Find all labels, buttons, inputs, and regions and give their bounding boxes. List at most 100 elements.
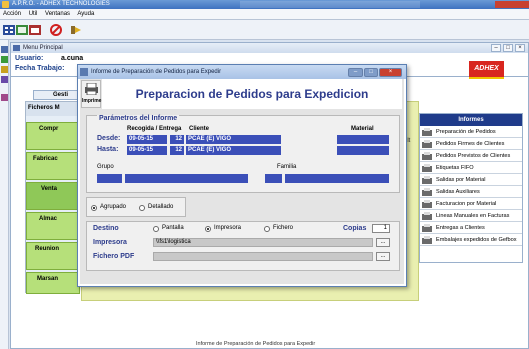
agrupado-radio[interactable] — [91, 205, 97, 211]
desde-cliente-num-field[interactable]: 12 — [170, 135, 184, 144]
informe-item[interactable]: Entregas a Clientes — [420, 222, 522, 234]
almacen-button[interactable]: Almac — [26, 212, 80, 240]
informe-item-label: Salidas por Material — [436, 177, 486, 183]
window-icon[interactable] — [29, 24, 41, 36]
reuniones-button[interactable]: Reunion — [26, 242, 80, 270]
copias-field[interactable]: 1 — [372, 224, 390, 233]
menu-ayuda[interactable]: Ayuda — [77, 11, 94, 17]
grupo-hasta-field[interactable] — [125, 174, 248, 183]
dialog-header: Preparacion de Pedidos para Expedicion — [102, 79, 402, 109]
usuario-value: a.cuna — [61, 55, 84, 62]
minimize-button[interactable]: – — [348, 68, 363, 77]
status-text: Informe de Preparación de Pedidos para E… — [196, 341, 316, 347]
report-icon — [422, 224, 432, 232]
cancel-icon[interactable] — [50, 24, 62, 36]
impresora-browse-button[interactable]: ... — [376, 238, 390, 247]
window-icon — [13, 45, 20, 51]
detallado-radio[interactable] — [139, 205, 145, 211]
report-icon — [422, 176, 432, 184]
table-icon[interactable] — [16, 24, 28, 36]
marsan-button[interactable]: Marsan — [26, 272, 80, 294]
familia-label: Familia — [277, 164, 297, 170]
informe-item-label: Pedidos Firmes de Clientes — [436, 141, 505, 147]
nav-icon-2[interactable] — [1, 56, 8, 63]
close-window-button[interactable] — [495, 1, 529, 8]
informe-item[interactable]: Salidas Auxiliares — [420, 186, 522, 198]
fichero-pdf-browse-button[interactable]: ... — [376, 252, 390, 261]
report-icon — [422, 140, 432, 148]
nav-icon-5[interactable] — [1, 94, 8, 101]
close-button[interactable]: × — [379, 68, 402, 77]
col-cliente-header: Cliente — [189, 126, 210, 132]
print-toolbar: Imprime — [81, 80, 101, 108]
compras-button[interactable]: Compr — [26, 122, 80, 150]
impresora-field[interactable]: \\fs1\logistica — [153, 238, 373, 247]
params-title: Parámetros del Informe — [97, 115, 180, 122]
impresora-label: Impresora — [93, 239, 127, 246]
copias-label: Copias — [343, 225, 367, 232]
ficheros-maestros-button[interactable]: Ficheros M — [26, 102, 80, 116]
fichero-pdf-field[interactable] — [153, 252, 373, 261]
desde-fecha-field[interactable]: 09-05-15 — [127, 135, 167, 144]
maximize-button[interactable]: □ — [503, 44, 513, 52]
impresora-radio[interactable] — [205, 226, 211, 232]
pantalla-radio[interactable] — [153, 226, 159, 232]
informes-header: Informes — [420, 114, 522, 126]
nav-icon-4[interactable] — [1, 76, 8, 83]
close-button[interactable]: × — [515, 44, 525, 52]
familia-hasta-field[interactable] — [285, 174, 389, 183]
report-icon — [422, 236, 432, 244]
informe-item[interactable]: Etiquetas FIFO — [420, 162, 522, 174]
menu-util[interactable]: Util — [29, 11, 38, 17]
fichero-pdf-label: Fichero PDF — [93, 253, 135, 260]
toolbar — [0, 20, 529, 40]
informe-item[interactable]: Salidas por Material — [420, 174, 522, 186]
dialog-title-bar: Informe de Preparación de Pedidos para E… — [78, 65, 406, 79]
fabricacion-button[interactable]: Fabricac — [26, 152, 80, 180]
usuario-label: Usuario: — [15, 55, 44, 62]
report-icon — [422, 212, 432, 220]
maximize-button[interactable]: □ — [364, 68, 378, 77]
informe-item[interactable]: Preparación de Pedidos — [420, 126, 522, 138]
menu-accion[interactable]: Acción — [3, 11, 21, 17]
ventas-button[interactable]: Venta — [26, 182, 80, 210]
left-menu-panel: Ficheros M Compr Fabricac Venta Almac Re… — [25, 101, 80, 294]
informe-item[interactable]: Embalajes expedidos de Gefbox — [420, 234, 522, 246]
hasta-material-field[interactable] — [337, 146, 389, 155]
grupo-desde-field[interactable] — [97, 174, 122, 183]
report-dialog: Informe de Preparación de Pedidos para E… — [77, 64, 407, 287]
exit-icon[interactable] — [70, 24, 82, 36]
fichero-radio[interactable] — [264, 226, 270, 232]
app-title: A.P.R.O. - ADHEX TECHNOLOGIES — [12, 1, 110, 7]
report-icon — [422, 164, 432, 172]
hasta-cliente-nombre-field[interactable]: PCAE (E) VIGO — [186, 146, 281, 155]
menu-bar: Acción Util Ventanas Ayuda — [0, 9, 529, 20]
menu-ventanas[interactable]: Ventanas — [45, 11, 70, 17]
grupo-label: Grupo — [97, 164, 114, 170]
report-icon — [422, 152, 432, 160]
informes-panel: Informes Preparación de Pedidos Pedidos … — [419, 113, 523, 263]
informe-item-label: Facturacion por Material — [436, 201, 497, 207]
report-icon — [422, 128, 432, 136]
informe-item[interactable]: Pedidos Firmes de Clientes — [420, 138, 522, 150]
printer-icon[interactable] — [84, 83, 99, 95]
informe-item[interactable]: Facturacion por Material — [420, 198, 522, 210]
parameters-section: Parámetros del Informe Recogida / Entreg… — [86, 115, 400, 193]
informe-item-label: Embalajes expedidos de Gefbox — [436, 237, 517, 243]
grid-icon[interactable] — [3, 24, 15, 36]
minimize-button[interactable]: – — [491, 44, 501, 52]
detallado-label: Detallado — [148, 204, 174, 210]
hasta-cliente-num-field[interactable]: 12 — [170, 146, 184, 155]
familia-desde-field[interactable] — [265, 174, 282, 183]
hasta-fecha-field[interactable]: 09-05-15 — [127, 146, 167, 155]
desde-material-field[interactable] — [337, 135, 389, 144]
informe-item-label: Entregas a Clientes — [436, 225, 485, 231]
title-bar-blur — [240, 1, 420, 8]
informe-item[interactable]: Pedidos Previstos de Clientes — [420, 150, 522, 162]
informe-item-label: Preparación de Pedidos — [436, 129, 496, 135]
informe-item[interactable]: Lineas Manuales en Facturas — [420, 210, 522, 222]
desde-cliente-nombre-field[interactable]: PCAE (E) VIGO — [186, 135, 281, 144]
nav-icon-3[interactable] — [1, 66, 8, 73]
print-label: Imprime — [82, 98, 102, 104]
nav-icon-1[interactable] — [1, 46, 8, 53]
